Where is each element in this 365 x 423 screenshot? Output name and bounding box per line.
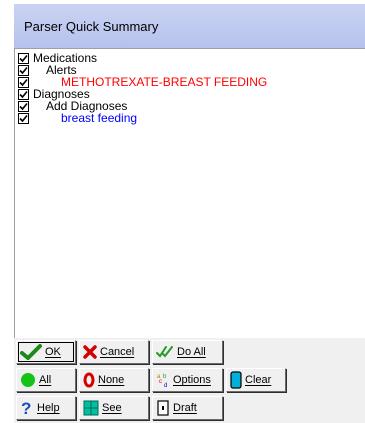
ok-label: OK	[45, 346, 61, 358]
summary-tree: Medications Alerts METHOTREXATE-BREAST FEE…	[18, 52, 267, 124]
help-button[interactable]: ? Help	[16, 396, 76, 420]
clear-label: Clear	[245, 374, 272, 386]
see-label: See	[102, 402, 122, 414]
all-button[interactable]: All	[16, 368, 76, 392]
tree-row[interactable]: breast feeding	[18, 112, 267, 124]
svg-text:?: ?	[21, 399, 31, 417]
green-circle-icon	[20, 372, 36, 388]
button-toolbar: OK Cancel Do All All None a b c d Option…	[14, 338, 365, 423]
item-label: breast feeding	[61, 111, 138, 125]
do-all-button[interactable]: Do All	[152, 340, 223, 364]
item-checkbox[interactable]	[18, 88, 29, 100]
cancel-label: Cancel	[100, 346, 135, 358]
draft-button[interactable]: Draft	[152, 396, 223, 420]
see-button[interactable]: See	[79, 396, 149, 420]
zero-icon	[83, 372, 95, 388]
draft-icon	[156, 400, 170, 416]
abc-icon: a b c d	[156, 372, 170, 388]
svg-text:d: d	[164, 383, 167, 388]
clear-button[interactable]: Clear	[226, 368, 286, 392]
item-checkbox[interactable]	[18, 64, 29, 76]
check-icon	[20, 344, 42, 360]
tree-row[interactable]: Add Diagnoses	[18, 100, 267, 112]
item-checkbox[interactable]	[18, 100, 29, 112]
none-label: None	[98, 374, 125, 386]
svg-text:b: b	[163, 374, 167, 380]
grid-icon	[83, 400, 99, 416]
x-icon	[83, 345, 97, 359]
ok-button[interactable]: OK	[16, 340, 76, 364]
do-all-label: Do All	[177, 346, 206, 358]
cylinder-icon	[230, 371, 242, 389]
all-label: All	[39, 374, 52, 386]
question-icon: ?	[20, 399, 34, 417]
svg-text:c: c	[159, 379, 162, 385]
options-label: Options	[173, 374, 211, 386]
options-button[interactable]: a b c d Options	[152, 368, 223, 392]
double-check-icon	[156, 345, 174, 359]
item-checkbox[interactable]	[18, 52, 29, 64]
item-label: METHOTREXATE-BREAST FEEDING	[61, 75, 268, 89]
window-title: Parser Quick Summary	[24, 18, 159, 34]
none-button[interactable]: None	[79, 368, 149, 392]
help-label: Help	[37, 402, 60, 414]
item-checkbox[interactable]	[18, 112, 29, 124]
summary-tree-panel: Medications Alerts METHOTREXATE-BREAST FEE…	[14, 48, 365, 338]
window-titlebar: Parser Quick Summary	[14, 4, 365, 48]
draft-label: Draft	[173, 402, 197, 414]
item-checkbox[interactable]	[18, 76, 29, 88]
cancel-button[interactable]: Cancel	[79, 340, 149, 364]
